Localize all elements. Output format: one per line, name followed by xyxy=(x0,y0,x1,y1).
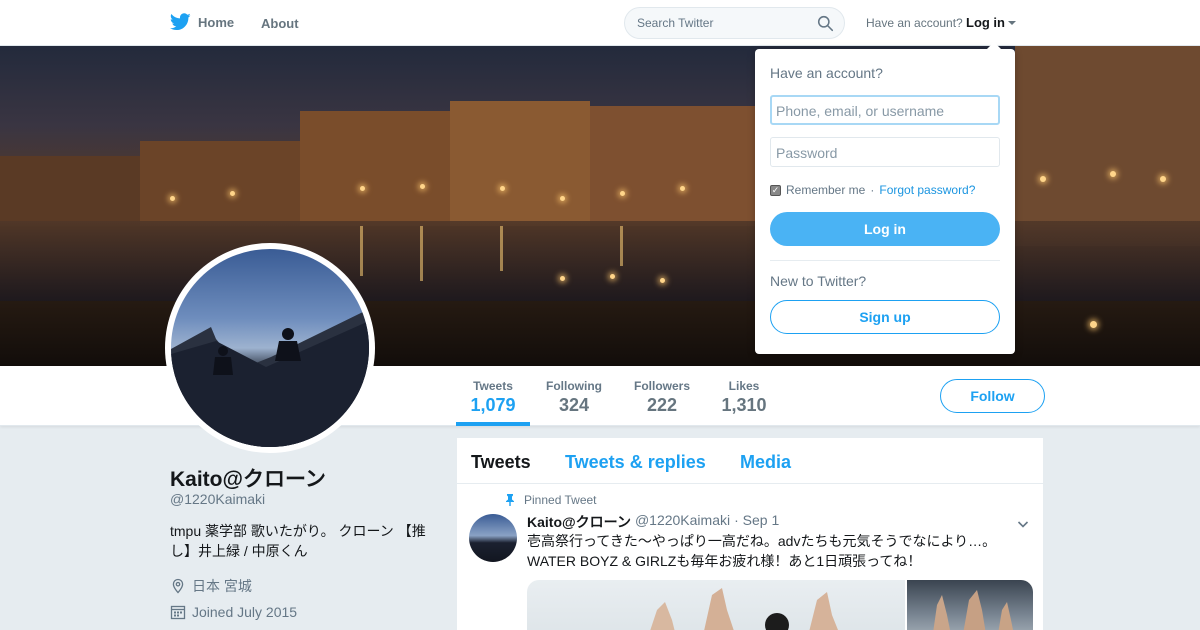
profile-joined: Joined July 2015 xyxy=(170,604,297,620)
new-to-twitter-text: New to Twitter? xyxy=(770,273,867,289)
stat-tweets[interactable]: Tweets 1,079 xyxy=(470,379,516,416)
profile-handle[interactable]: @1220Kaimaki xyxy=(170,491,265,507)
pinned-text: Pinned Tweet xyxy=(524,493,597,507)
calendar-icon xyxy=(170,605,186,620)
tweet-photo-2[interactable] xyxy=(907,580,1033,630)
search-placeholder: Search Twitter xyxy=(637,16,714,30)
tweet-header: Kaito@クローン @1220Kaimaki · Sep 1 xyxy=(527,512,779,532)
tweet-photo[interactable] xyxy=(527,580,905,630)
stat-label: Followers xyxy=(633,379,690,393)
timeline: Tweets Tweets & replies Media Pinned Twe… xyxy=(456,437,1045,630)
forgot-password-link[interactable]: Forgot password? xyxy=(879,183,975,197)
dropdown-arrow xyxy=(987,42,1001,49)
avatar-image xyxy=(171,249,369,447)
tweet-date[interactable]: · Sep 1 xyxy=(734,512,779,532)
login-button[interactable]: Log in xyxy=(770,212,1000,246)
tweet-author-name[interactable]: Kaito@クローン xyxy=(527,512,631,532)
stat-likes[interactable]: Likes 1,310 xyxy=(721,379,767,416)
follow-button[interactable]: Follow xyxy=(940,379,1045,413)
username-input[interactable]: Phone, email, or username xyxy=(770,95,1000,125)
tab-tweets-replies[interactable]: Tweets & replies xyxy=(565,452,706,473)
stat-value: 1,079 xyxy=(470,395,516,415)
stat-label: Following xyxy=(546,379,602,393)
top-nav: Home About Search Twitter Have an accoun… xyxy=(0,0,1200,46)
tweet-author-handle[interactable]: @1220Kaimaki xyxy=(635,512,730,532)
joined-text: Joined July 2015 xyxy=(192,604,298,620)
tab-media[interactable]: Media xyxy=(740,452,791,473)
profile-avatar[interactable] xyxy=(165,243,375,453)
active-stat-underline xyxy=(456,422,530,426)
location-text: 日本 宮城 xyxy=(192,578,252,594)
search-icon[interactable] xyxy=(817,15,834,32)
stat-following[interactable]: Following 324 xyxy=(545,379,603,416)
separator-dot: · xyxy=(870,183,875,197)
profile-location: 日本 宮城 xyxy=(170,576,252,596)
have-account-text: Have an account? xyxy=(866,16,963,30)
remember-me-label[interactable]: Remember me xyxy=(786,183,865,197)
login-link-label: Log in xyxy=(966,15,1005,30)
password-input[interactable]: Password xyxy=(770,137,1000,167)
chevron-down-icon[interactable] xyxy=(1017,518,1029,530)
stat-value: 1,310 xyxy=(721,395,767,415)
remember-me-row: Remember me · Forgot password? xyxy=(770,183,975,197)
stat-label: Tweets xyxy=(473,379,513,393)
profile-name: Kaito@クローン xyxy=(170,468,326,491)
tab-tweets[interactable]: Tweets xyxy=(471,452,531,473)
timeline-tabs: Tweets Tweets & replies Media xyxy=(457,438,1045,484)
login-dropdown-title: Have an account? xyxy=(770,65,883,81)
search-input[interactable]: Search Twitter xyxy=(624,7,845,39)
stat-followers[interactable]: Followers 222 xyxy=(633,379,691,416)
remember-me-checkbox[interactable] xyxy=(770,184,781,196)
location-pin-icon xyxy=(172,578,184,594)
tweet-avatar[interactable] xyxy=(469,514,517,562)
pin-icon xyxy=(506,494,514,506)
stat-value: 222 xyxy=(646,395,678,415)
twitter-bird-icon xyxy=(170,13,191,31)
caret-down-icon xyxy=(1008,20,1016,25)
pinned-tweet-label: Pinned Tweet xyxy=(505,493,597,507)
stat-value: 324 xyxy=(558,395,590,415)
login-dropdown: Have an account? Phone, email, or userna… xyxy=(755,42,1015,354)
divider xyxy=(770,260,1000,261)
tweet-text: 壱高祭行ってきた～やっぱり一高だね。advたちも元気そうでなにより…。WATER… xyxy=(527,533,997,569)
signup-button[interactable]: Sign up xyxy=(770,300,1000,334)
nav-home-label: Home xyxy=(198,14,235,30)
nav-home[interactable]: Home xyxy=(170,13,234,31)
profile-bio: tmpu 薬学部 歌いたがり。 クローン 【推し】井上緑 / 中原くん xyxy=(170,523,426,559)
stat-label: Likes xyxy=(728,379,760,393)
nav-about[interactable]: About xyxy=(261,16,299,31)
login-dropdown-toggle[interactable]: Log in xyxy=(966,15,1016,30)
